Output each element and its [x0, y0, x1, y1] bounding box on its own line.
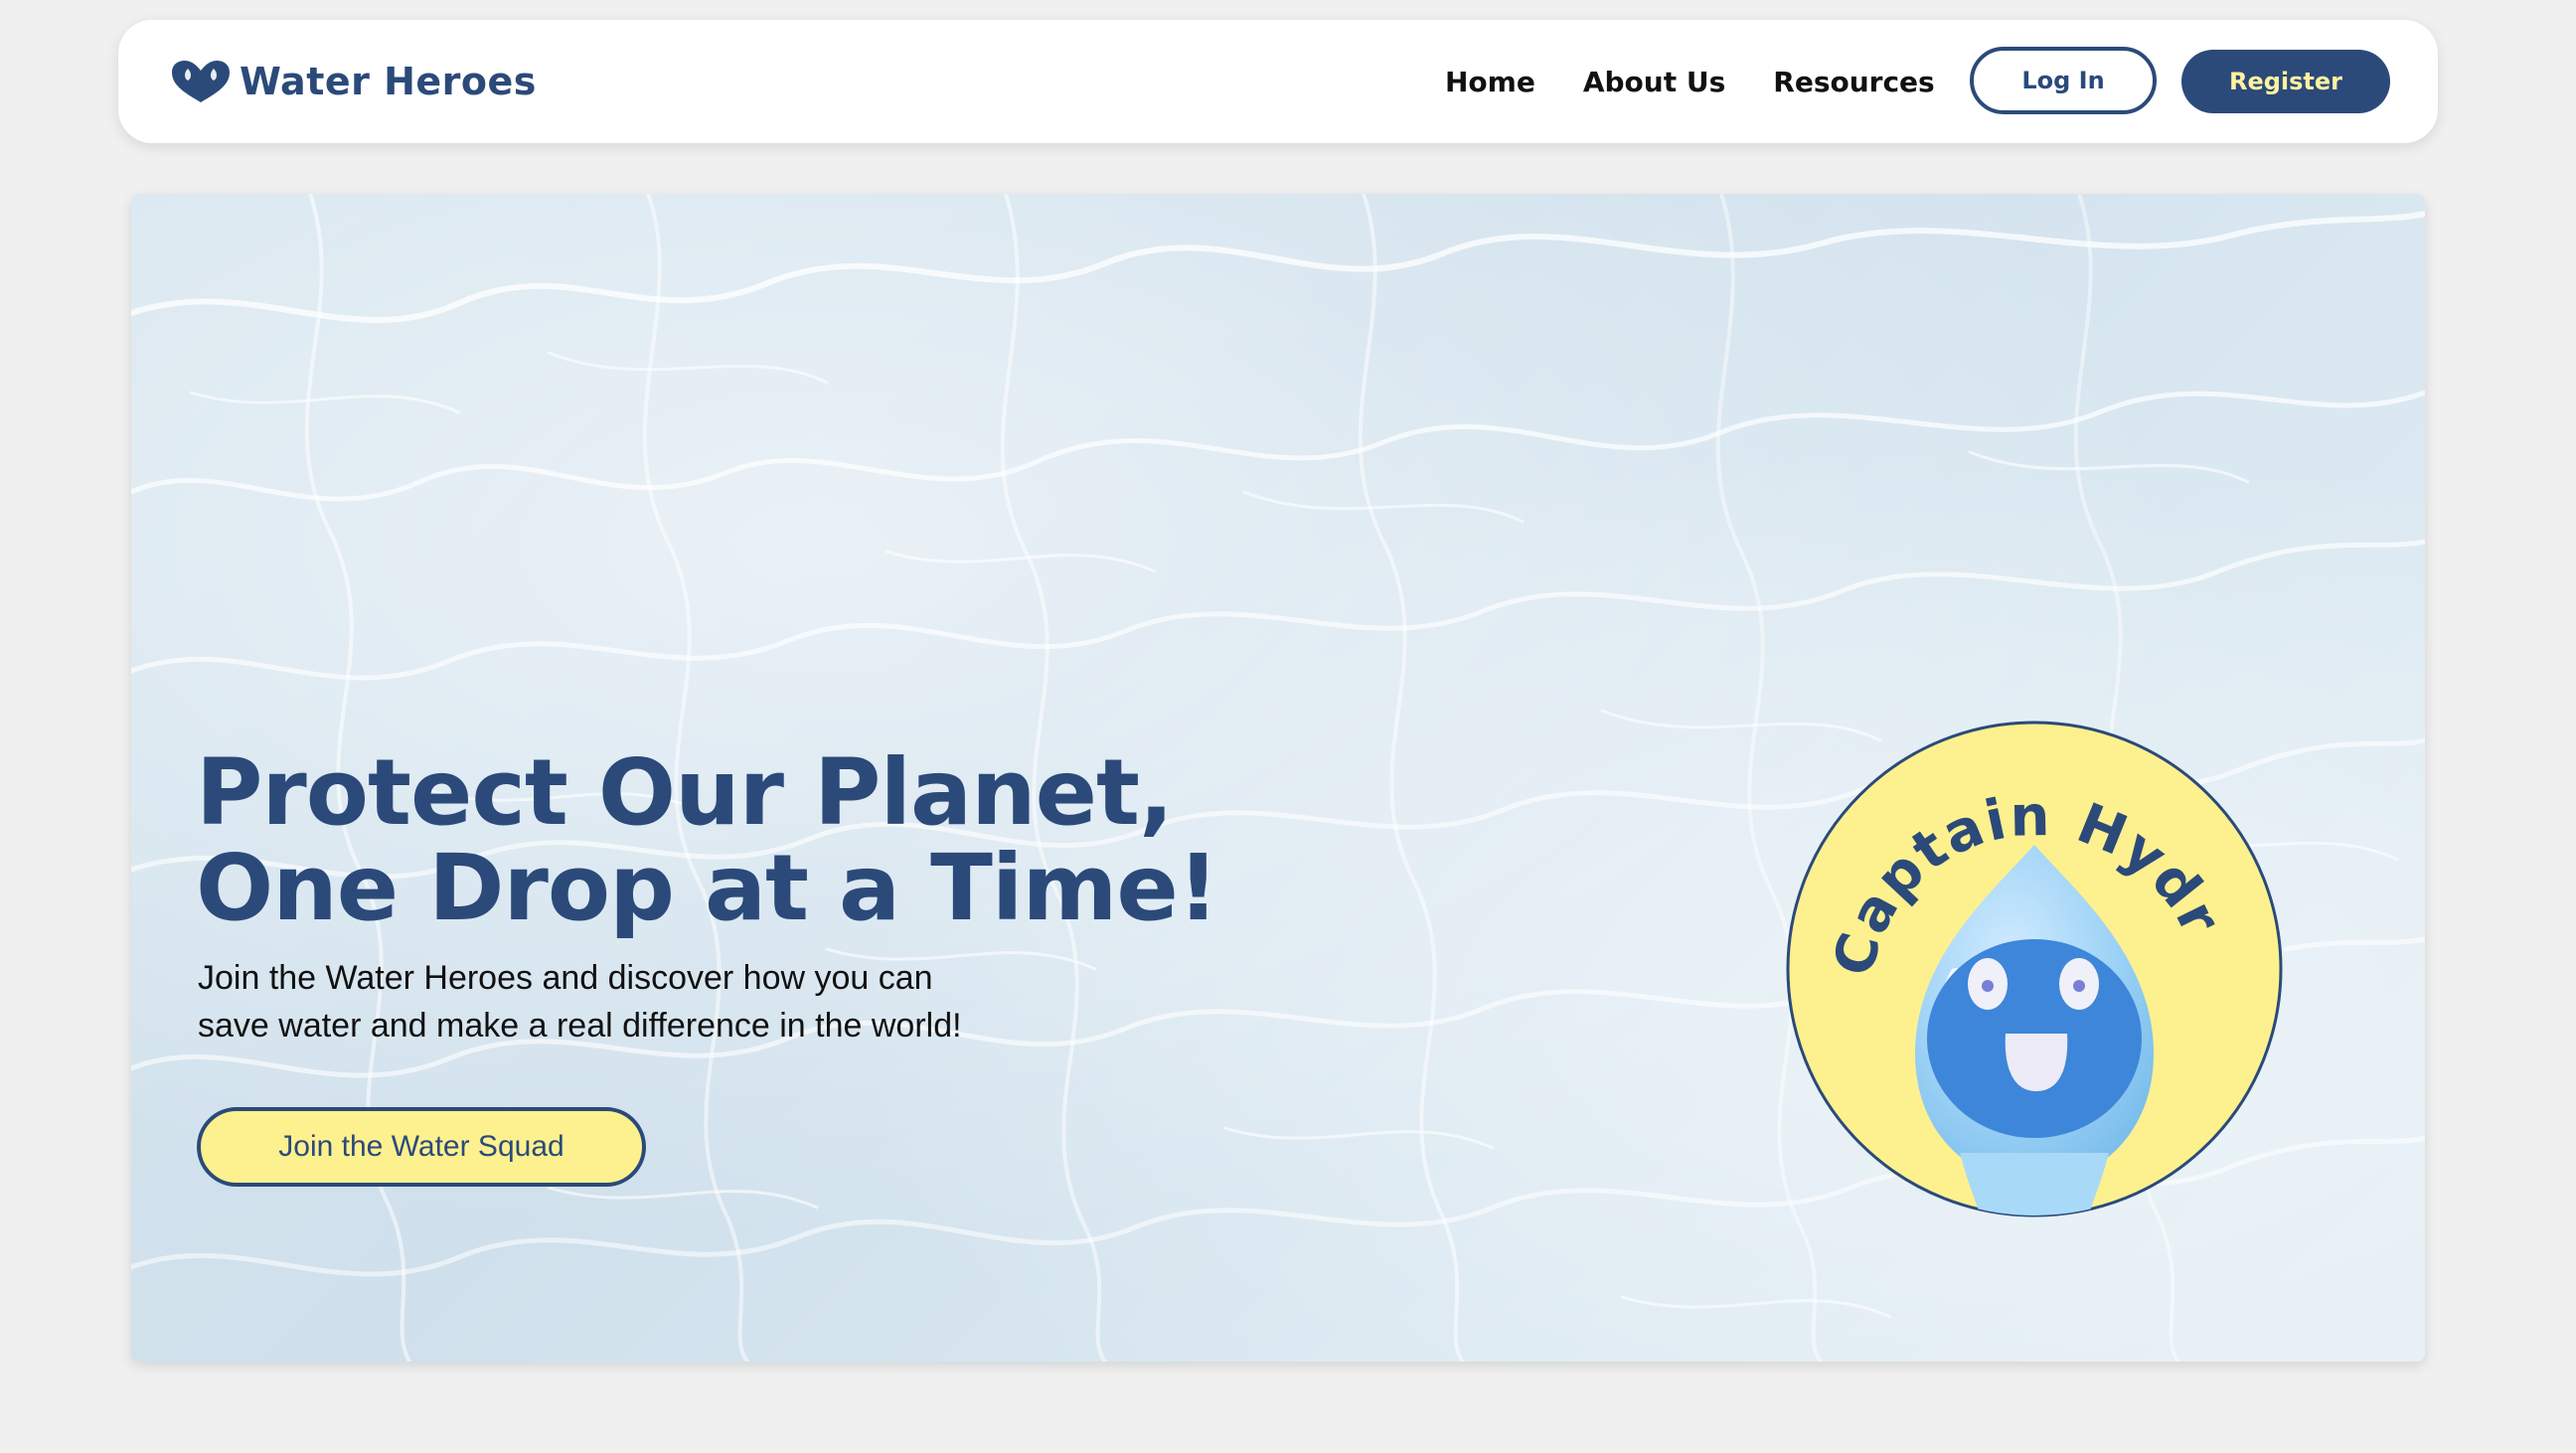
- register-button[interactable]: Register: [2181, 50, 2390, 113]
- hero-title-line-1: Protect Our Planet,: [196, 739, 1174, 846]
- hero-title: Protect Our Planet, One Drop at a Time!: [196, 745, 1388, 936]
- nav-link-home[interactable]: Home: [1445, 66, 1535, 98]
- nav-link-about-us[interactable]: About Us: [1583, 66, 1725, 98]
- hero-subtitle: Join the Water Heroes and discover how y…: [198, 954, 1013, 1049]
- nav-link-resources[interactable]: Resources: [1773, 66, 1934, 98]
- heart-drop-icon: [172, 61, 230, 102]
- join-water-squad-button[interactable]: Join the Water Squad: [197, 1107, 646, 1187]
- hero-subtitle-line-2: save water and make a real difference in…: [198, 1007, 962, 1045]
- captain-hydro-badge: Captain Hydro: [1781, 716, 2283, 1217]
- login-button[interactable]: Log In: [1970, 47, 2157, 114]
- top-navbar: Water Heroes Home About Us Resources Log…: [118, 20, 2438, 143]
- hero-title-line-2: One Drop at a Time!: [196, 835, 1219, 941]
- logo[interactable]: Water Heroes: [168, 58, 537, 105]
- hero-banner: Protect Our Planet, One Drop at a Time! …: [131, 194, 2425, 1362]
- logo-text: Water Heroes: [240, 60, 537, 103]
- main-nav: Home About Us Resources: [1445, 20, 1983, 143]
- hero-subtitle-line-1: Join the Water Heroes and discover how y…: [198, 959, 933, 997]
